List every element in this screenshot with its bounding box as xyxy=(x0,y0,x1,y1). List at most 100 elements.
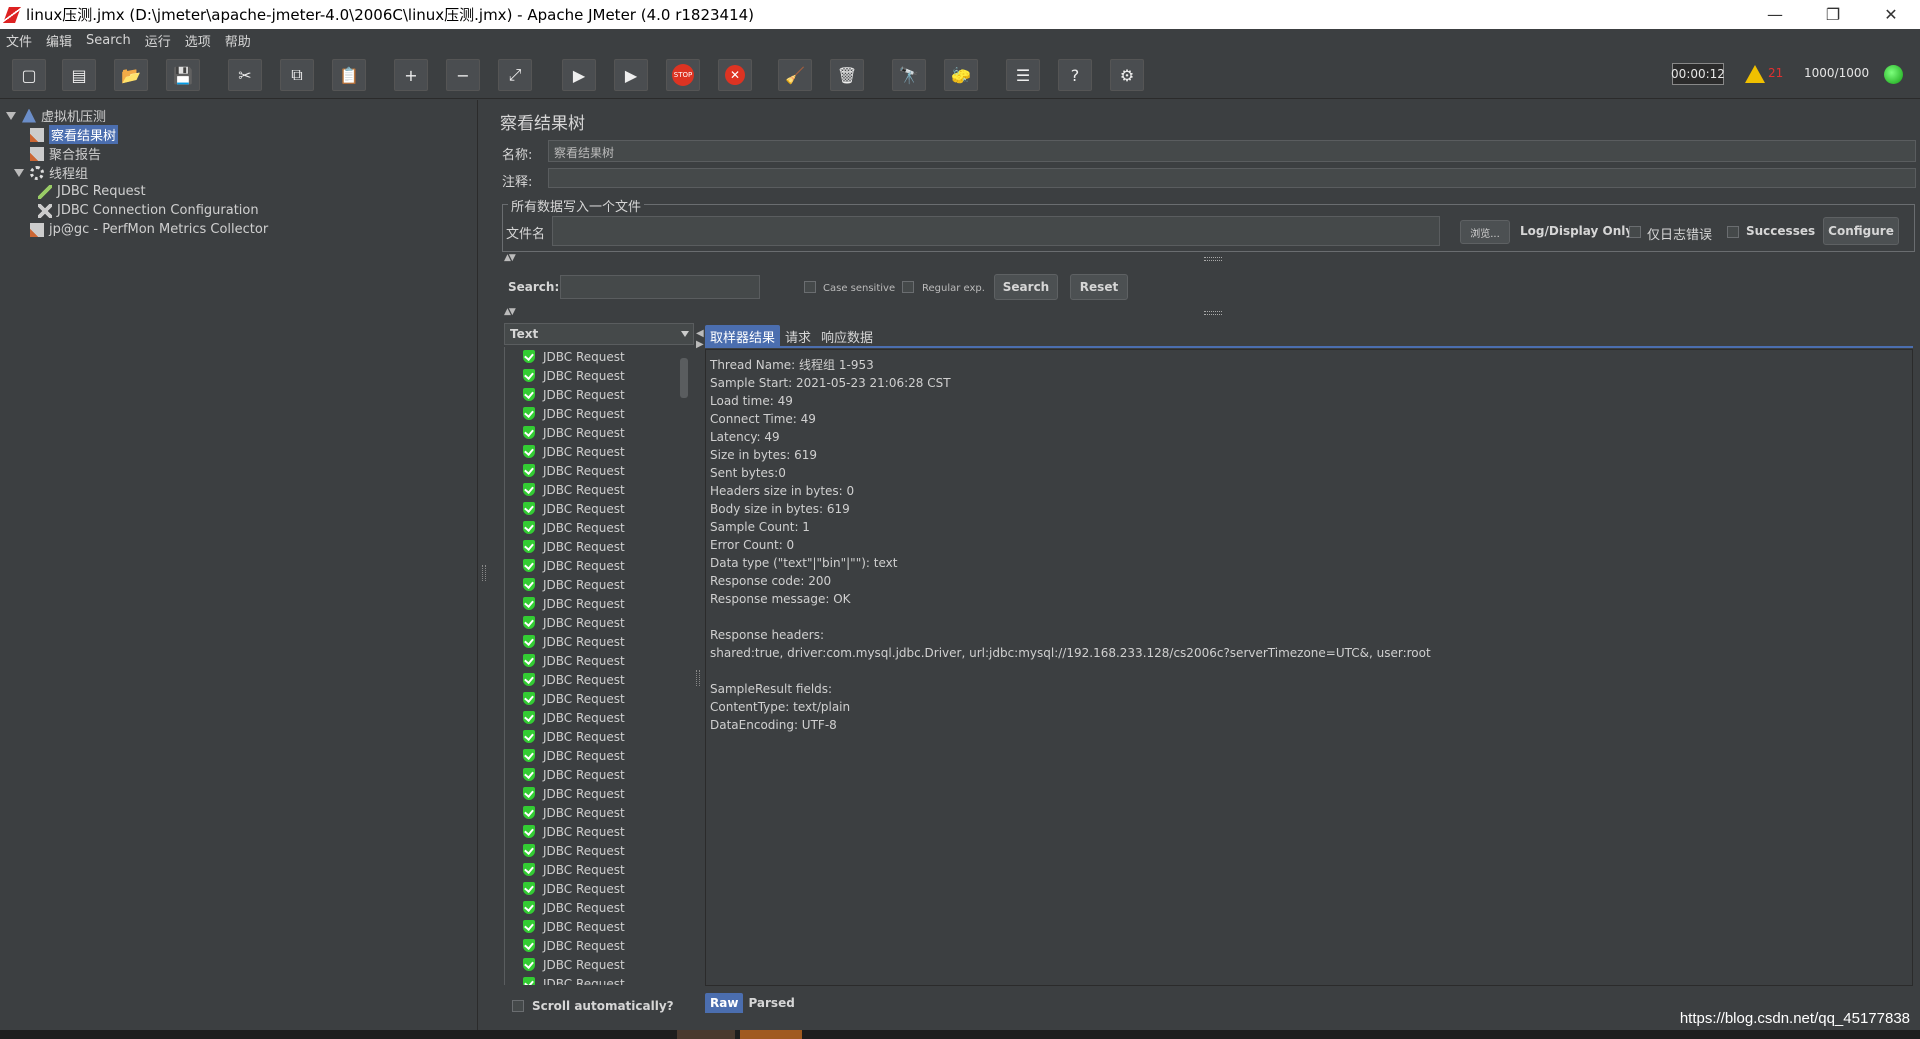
tab-sampler-result[interactable]: 取样器结果 xyxy=(705,325,781,347)
tree-item-aggregate-report[interactable]: 聚合报告 xyxy=(30,144,101,163)
regular-exp-checkbox[interactable] xyxy=(902,281,914,293)
list-item[interactable]: JDBC Request xyxy=(505,689,694,708)
filename-field[interactable] xyxy=(552,216,1440,246)
list-item[interactable]: JDBC Request xyxy=(505,442,694,461)
resize-grip-icon[interactable] xyxy=(1204,257,1222,261)
list-item[interactable]: JDBC Request xyxy=(505,670,694,689)
search-input[interactable] xyxy=(560,275,760,299)
pane-splitter[interactable] xyxy=(478,100,490,1030)
list-item[interactable]: JDBC Request xyxy=(505,594,694,613)
collapse-arrows-icon[interactable]: ▲▼ xyxy=(504,253,516,263)
menu-help[interactable]: 帮助 xyxy=(225,31,251,50)
stop-icon[interactable]: STOP xyxy=(666,59,700,91)
list-item[interactable]: JDBC Request xyxy=(505,423,694,442)
list-item[interactable]: JDBC Request xyxy=(505,708,694,727)
tab-raw[interactable]: Raw xyxy=(705,993,744,1013)
menu-edit[interactable]: 编辑 xyxy=(46,31,72,50)
list-item[interactable]: JDBC Request xyxy=(505,651,694,670)
splitter-grip-icon[interactable] xyxy=(482,565,486,581)
plugins-manager-icon[interactable]: ⚙ xyxy=(1110,59,1144,91)
list-item[interactable]: JDBC Request xyxy=(505,499,694,518)
save-icon[interactable]: 💾 xyxy=(166,59,200,91)
search-binoculars-icon[interactable]: 🔭 xyxy=(892,59,926,91)
clear-all-icon[interactable]: 🗑 xyxy=(830,59,864,91)
list-item[interactable]: JDBC Request xyxy=(505,347,694,366)
configure-button[interactable]: Configure xyxy=(1823,217,1899,245)
tree-item-perfmon[interactable]: jp@gc - PerfMon Metrics Collector xyxy=(30,220,268,239)
taskbar-item[interactable] xyxy=(677,1030,735,1039)
list-item[interactable]: JDBC Request xyxy=(505,917,694,936)
list-item[interactable]: JDBC Request xyxy=(505,955,694,974)
menu-search[interactable]: Search xyxy=(86,33,131,48)
menu-run[interactable]: 运行 xyxy=(145,31,171,50)
list-item[interactable]: JDBC Request xyxy=(505,765,694,784)
successes-checkbox[interactable] xyxy=(1727,226,1739,238)
list-item[interactable]: JDBC Request xyxy=(505,860,694,879)
list-item[interactable]: JDBC Request xyxy=(505,385,694,404)
list-item[interactable]: JDBC Request xyxy=(505,822,694,841)
toggle-icon[interactable]: ⤢ xyxy=(498,59,532,91)
collapse-icon[interactable]: − xyxy=(446,59,480,91)
name-field[interactable]: 察看结果树 xyxy=(548,140,1916,162)
list-item[interactable]: JDBC Request xyxy=(505,841,694,860)
list-item[interactable]: JDBC Request xyxy=(505,784,694,803)
resize-grip-icon[interactable] xyxy=(1204,311,1222,315)
help-icon[interactable]: ? xyxy=(1058,59,1092,91)
list-item[interactable]: JDBC Request xyxy=(505,803,694,822)
expand-icon[interactable]: + xyxy=(394,59,428,91)
list-item[interactable]: JDBC Request xyxy=(505,404,694,423)
list-item[interactable]: JDBC Request xyxy=(505,936,694,955)
list-item[interactable]: JDBC Request xyxy=(505,480,694,499)
expand-toggle-icon[interactable] xyxy=(14,168,24,177)
warning-icon[interactable] xyxy=(1745,65,1765,83)
list-item[interactable]: JDBC Request xyxy=(505,879,694,898)
list-item[interactable]: JDBC Request xyxy=(505,537,694,556)
open-icon[interactable]: 📂 xyxy=(114,59,148,91)
expand-toggle-icon[interactable] xyxy=(6,111,16,120)
clear-icon[interactable]: 🧹 xyxy=(778,59,812,91)
comment-field[interactable] xyxy=(548,168,1916,188)
paste-icon[interactable]: 📋 xyxy=(332,59,366,91)
copy-icon[interactable]: ⧉ xyxy=(280,59,314,91)
list-item[interactable]: JDBC Request xyxy=(505,575,694,594)
tab-parsed[interactable]: Parsed xyxy=(743,993,799,1013)
shutdown-icon[interactable]: ✕ xyxy=(718,59,752,91)
side-collapse-arrows-icon[interactable]: ◀ ▶ xyxy=(696,328,704,350)
list-item[interactable]: JDBC Request xyxy=(505,613,694,632)
restore-button[interactable]: ❐ xyxy=(1804,0,1862,29)
reset-button[interactable]: Reset xyxy=(1070,274,1128,300)
list-item[interactable]: JDBC Request xyxy=(505,974,694,985)
scroll-automatically-checkbox[interactable] xyxy=(512,1000,524,1012)
taskbar-item[interactable] xyxy=(740,1030,802,1039)
list-item[interactable]: JDBC Request xyxy=(505,898,694,917)
list-item[interactable]: JDBC Request xyxy=(505,632,694,651)
start-no-pauses-icon[interactable]: ▶ xyxy=(614,59,648,91)
search-button[interactable]: Search xyxy=(994,274,1058,300)
browse-button[interactable]: 浏览... xyxy=(1460,220,1510,244)
tree-item-thread-group[interactable]: 线程组 xyxy=(14,163,88,182)
new-icon[interactable]: ▢ xyxy=(12,59,46,91)
tree-item-jdbc-request[interactable]: JDBC Request xyxy=(38,182,146,201)
collapse-arrows-icon[interactable]: ▲▼ xyxy=(504,307,516,317)
list-item[interactable]: JDBC Request xyxy=(505,518,694,537)
tab-request[interactable]: 请求 xyxy=(780,325,816,347)
inner-splitter-grip-icon[interactable] xyxy=(696,670,700,686)
tree-item-root[interactable]: 虚拟机压测 xyxy=(6,106,106,125)
case-sensitive-checkbox[interactable] xyxy=(804,281,816,293)
list-item[interactable]: JDBC Request xyxy=(505,366,694,385)
tree-item-view-results-tree[interactable]: 察看结果树 xyxy=(30,125,119,144)
list-item[interactable]: JDBC Request xyxy=(505,556,694,575)
reset-search-icon[interactable]: 🧽 xyxy=(944,59,978,91)
errors-only-checkbox[interactable] xyxy=(1629,226,1641,238)
menu-options[interactable]: 选项 xyxy=(185,31,211,50)
templates-icon[interactable]: ▤ xyxy=(62,59,96,91)
minimize-button[interactable]: — xyxy=(1746,0,1804,29)
function-helper-icon[interactable]: ☰ xyxy=(1006,59,1040,91)
tree-item-jdbc-config[interactable]: JDBC Connection Configuration xyxy=(38,201,259,220)
list-item[interactable]: JDBC Request xyxy=(505,746,694,765)
list-item[interactable]: JDBC Request xyxy=(505,727,694,746)
cut-icon[interactable]: ✂ xyxy=(228,59,262,91)
menu-file[interactable]: 文件 xyxy=(6,31,32,50)
close-button[interactable]: ✕ xyxy=(1862,0,1920,29)
list-item[interactable]: JDBC Request xyxy=(505,461,694,480)
